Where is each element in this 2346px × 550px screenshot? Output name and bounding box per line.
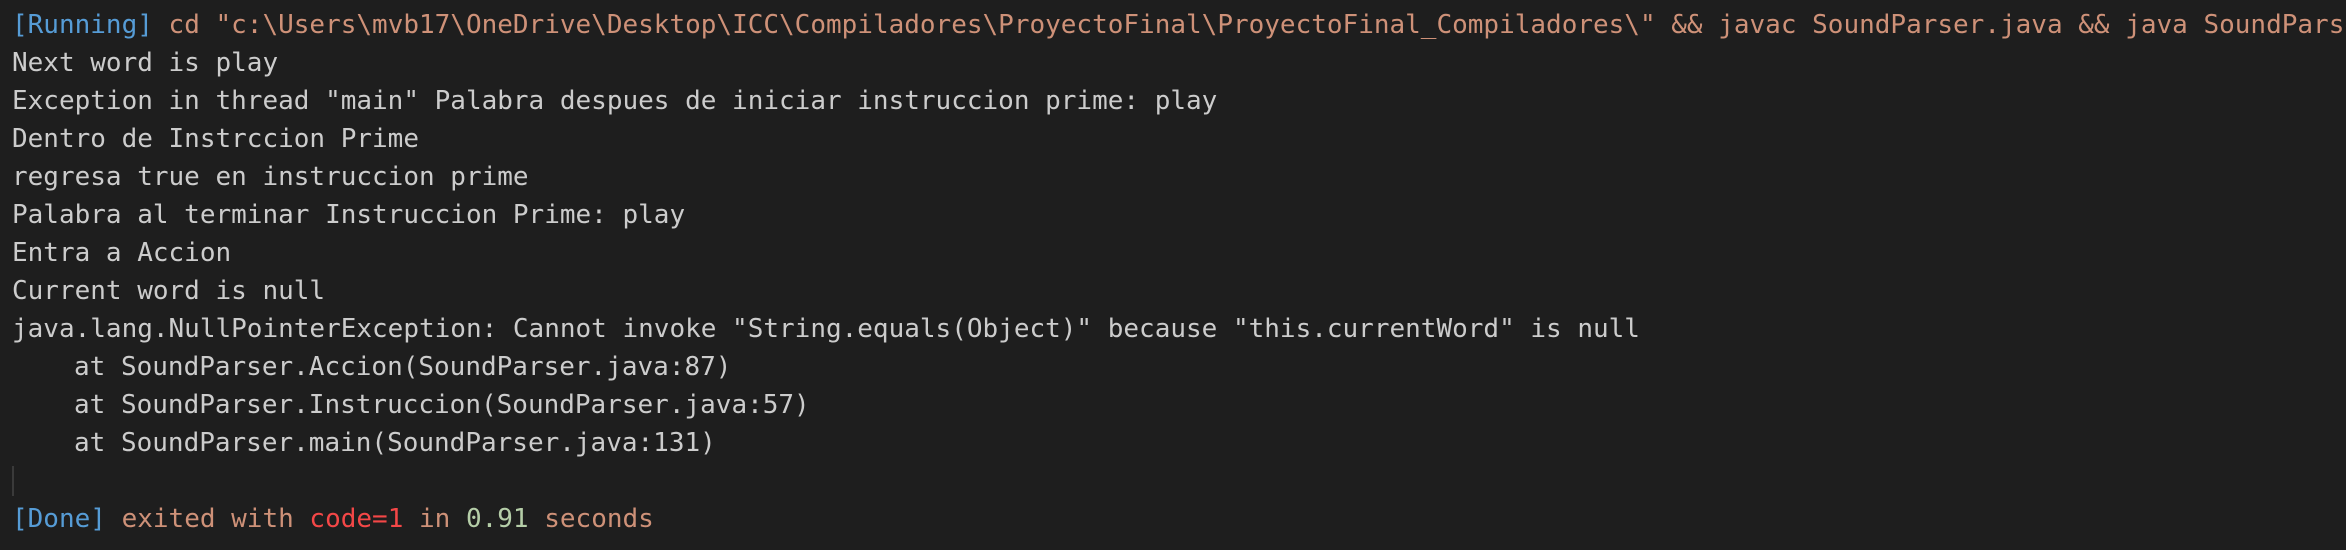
- output-line: Current word is null: [12, 276, 326, 306]
- done-status-line: [Done] exited with code=1 in 0.91 second…: [12, 500, 2346, 538]
- gutter-mark: [12, 466, 14, 496]
- running-tag: [Running]: [12, 10, 153, 40]
- duration-value: 0.91: [465, 504, 529, 534]
- stack-trace-line: at SoundParser.Accion(SoundParser.java:8…: [74, 352, 732, 382]
- stack-trace-line: at SoundParser.Instruccion(SoundParser.j…: [74, 390, 810, 420]
- done-tag: [Done]: [12, 504, 106, 534]
- output-line: Entra a Accion: [12, 238, 232, 268]
- output-line: Dentro de Instrccion Prime: [12, 124, 419, 154]
- exit-code: code=1: [309, 504, 404, 534]
- output-line: regresa true en instruccion prime: [12, 162, 529, 192]
- in-text: in: [403, 504, 466, 534]
- exception-line: java.lang.NullPointerException: Cannot i…: [12, 314, 1640, 344]
- run-command-line: [Running] cd "c:\Users\mvb17\OneDrive\De…: [12, 6, 2346, 44]
- output-line: Next word is play: [12, 48, 279, 78]
- output-panel[interactable]: [Running] cd "c:\Users\mvb17\OneDrive\De…: [0, 0, 2346, 550]
- output-line: Exception in thread "main" Palabra despu…: [12, 86, 1218, 116]
- seconds-text: seconds: [528, 504, 654, 534]
- output-line: Palabra al terminar Instruccion Prime: p…: [12, 200, 686, 230]
- blank-line: [12, 462, 2346, 500]
- run-command: cd "c:\Users\mvb17\OneDrive\Desktop\ICC\…: [152, 10, 2346, 40]
- stack-trace-line: at SoundParser.main(SoundParser.java:131…: [74, 428, 716, 458]
- exit-text: exited with: [105, 504, 310, 534]
